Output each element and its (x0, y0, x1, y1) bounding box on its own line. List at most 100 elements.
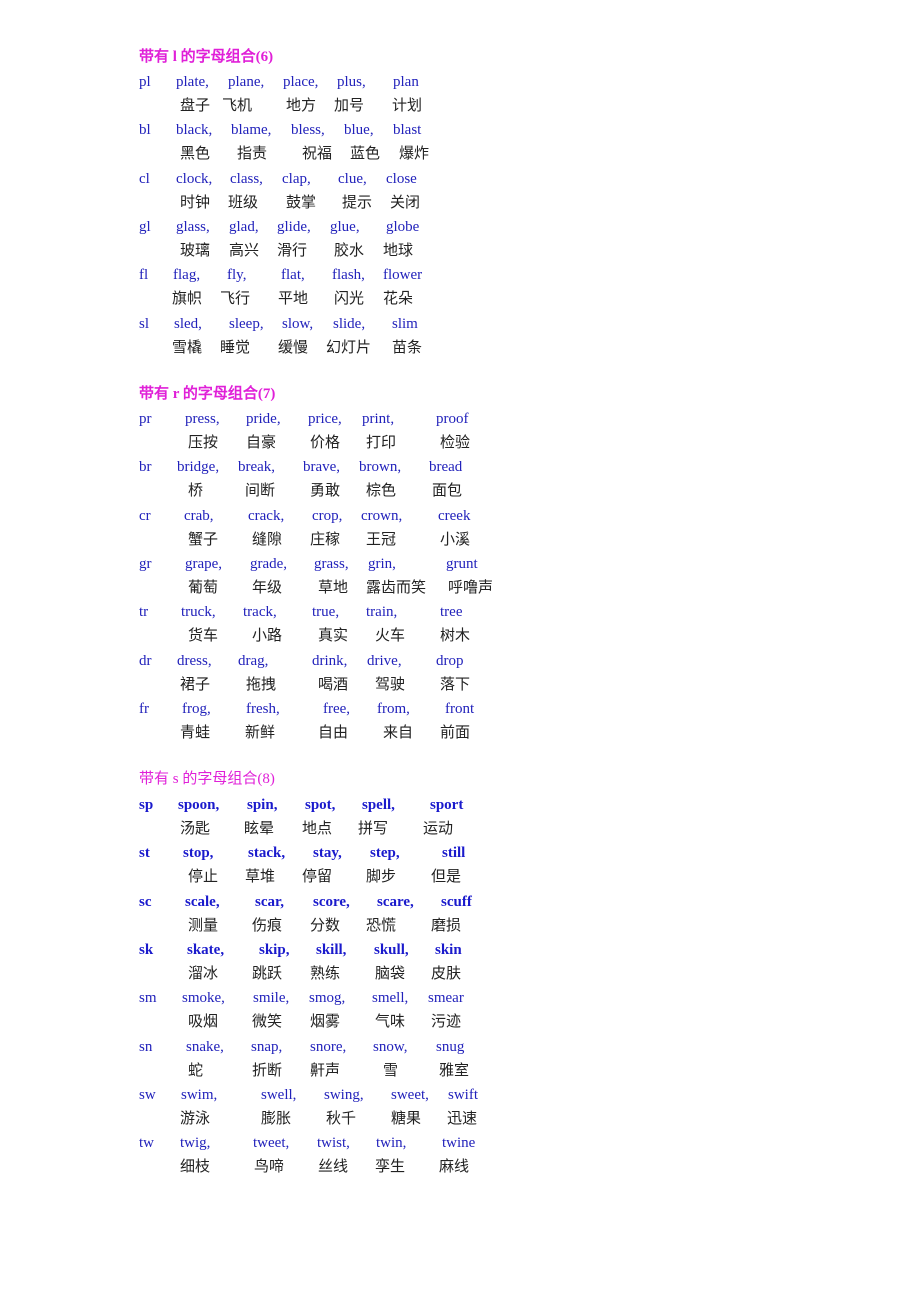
english-word: sleep, (229, 315, 264, 332)
chinese-meaning: 黑色 (180, 144, 211, 163)
english-word: slow, (282, 315, 314, 332)
chinese-meaning: 驾驶 (375, 674, 406, 693)
letter-combo-label: sl (139, 315, 150, 332)
chinese-meaning: 运动 (423, 819, 454, 837)
chinese-meaning: 玻璃 (180, 240, 211, 259)
english-word: plus, (337, 74, 366, 90)
chinese-meaning: 提示 (342, 192, 373, 211)
english-word: skill, (316, 941, 347, 958)
letter-combo-label: fr (139, 700, 149, 717)
chinese-meaning: 汤匙 (180, 819, 211, 837)
chinese-meaning: 细枝 (180, 1157, 211, 1176)
english-word: bread (429, 459, 463, 476)
chinese-meaning: 伤痕 (252, 915, 283, 934)
chinese-meaning: 胶水 (334, 240, 365, 259)
english-word: brave, (303, 459, 341, 476)
chinese-meaning: 停止 (188, 867, 219, 886)
letter-combo-label: sn (139, 1038, 153, 1055)
chinese-meaning: 麻线 (439, 1157, 470, 1176)
english-word: brown, (359, 459, 402, 476)
chinese-meaning: 计划 (392, 96, 423, 114)
english-word: fly, (227, 267, 247, 284)
english-word: crack, (248, 507, 285, 524)
english-word: scare, (377, 893, 414, 910)
chinese-meaning: 蓝色 (350, 144, 381, 163)
chinese-meaning: 祝福 (302, 144, 333, 163)
letter-combo-label: pl (139, 74, 151, 90)
english-word: sport (430, 797, 464, 813)
chinese-meaning: 勇敢 (310, 481, 341, 500)
chinese-meaning: 污迹 (431, 1012, 462, 1031)
english-word: track, (243, 604, 277, 621)
english-word: flower (383, 267, 423, 284)
english-word: stack, (248, 845, 286, 862)
chinese-meaning: 关闭 (390, 192, 421, 211)
english-word: free, (323, 700, 351, 717)
chinese-meaning: 间断 (245, 481, 276, 500)
chinese-meaning: 年级 (252, 577, 283, 596)
chinese-meaning: 蛇 (188, 1060, 204, 1079)
english-word: swing, (324, 1086, 364, 1103)
chinese-meaning: 雪 (383, 1060, 399, 1079)
english-word: smog, (309, 990, 346, 1007)
chinese-meaning: 分数 (310, 915, 341, 934)
chinese-meaning: 测量 (188, 915, 219, 934)
chinese-meaning: 溜冰 (188, 963, 219, 982)
chinese-meaning: 磨损 (431, 915, 462, 934)
chinese-meaning: 打印 (366, 433, 397, 451)
chinese-meaning: 落下 (440, 674, 471, 693)
english-word: clap, (282, 170, 311, 187)
english-word: twist, (317, 1135, 350, 1152)
chinese-meaning: 检验 (440, 433, 471, 451)
chinese-meaning: 自由 (318, 722, 349, 741)
letter-combo-label: pr (139, 411, 152, 427)
chinese-meaning: 来自 (383, 722, 414, 741)
english-word: drink, (312, 652, 348, 669)
section-heading-l: 带有 l 的字母组合(6) (139, 49, 274, 65)
english-word: drag, (238, 652, 269, 669)
letter-combo-label: tr (139, 604, 149, 621)
chinese-meaning: 爆炸 (399, 144, 430, 163)
english-word: print, (362, 411, 395, 427)
chinese-meaning: 烟雾 (310, 1012, 341, 1031)
letter-combo-label: sk (139, 941, 154, 958)
section-heading-r: 带有 r 的字母组合(7) (139, 386, 276, 402)
english-word: price, (308, 411, 342, 427)
english-word: swim, (181, 1086, 218, 1103)
chinese-meaning: 呼噜声 (448, 577, 494, 596)
english-word: drive, (367, 652, 402, 669)
chinese-meaning: 前面 (440, 722, 471, 741)
english-word: clock, (176, 170, 213, 187)
chinese-meaning: 喝酒 (318, 674, 349, 693)
chinese-meaning: 花朵 (383, 289, 414, 308)
chinese-meaning: 平地 (278, 289, 309, 308)
english-word: blame, (231, 122, 272, 139)
chinese-meaning: 缝隙 (252, 529, 283, 548)
english-word: crown, (361, 507, 403, 524)
chinese-meaning: 自豪 (246, 433, 277, 451)
chinese-meaning: 高兴 (229, 240, 260, 259)
chinese-meaning: 睡觉 (220, 337, 251, 356)
chinese-meaning: 幻灯片 (326, 337, 372, 356)
chinese-meaning: 价格 (310, 433, 341, 451)
chinese-meaning: 游泳 (180, 1108, 211, 1127)
english-word: sweet, (391, 1086, 429, 1103)
chinese-meaning: 恐慌 (366, 915, 397, 934)
chinese-meaning: 王冠 (366, 529, 397, 548)
english-word: swift (448, 1086, 478, 1103)
english-word: smoke, (182, 990, 225, 1007)
english-word: sled, (174, 315, 202, 332)
english-word: fresh, (246, 700, 280, 717)
english-word: spoon, (178, 797, 220, 813)
english-word: grade, (250, 555, 288, 572)
english-word: glass, (176, 218, 210, 235)
english-word: black, (176, 122, 213, 139)
chinese-meaning: 盘子 (180, 96, 211, 114)
english-word: crop, (312, 507, 343, 524)
english-word: step, (370, 845, 400, 862)
letter-combo-label: gr (139, 555, 152, 572)
english-word: skip, (259, 941, 290, 958)
english-word: swell, (261, 1086, 297, 1103)
letter-combo-label: cl (139, 170, 150, 187)
english-word: scar, (255, 893, 285, 910)
